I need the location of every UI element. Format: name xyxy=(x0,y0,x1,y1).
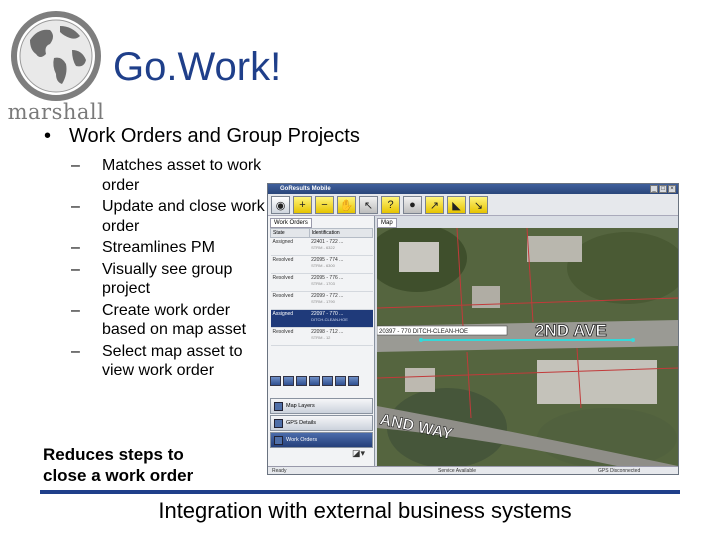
row-sub: STRM - 1703 xyxy=(311,281,335,286)
close-button[interactable]: × xyxy=(668,185,676,193)
panel-tool-icon[interactable] xyxy=(296,376,307,386)
reduce-line-2: close a work order xyxy=(43,466,194,485)
map-view[interactable]: 20397 - 770 DITCH-CLEAN-HOE 2ND AVE AND … xyxy=(377,228,678,466)
identify-icon[interactable]: ? xyxy=(381,196,400,214)
window-controls: _ □ × xyxy=(650,185,676,193)
reduce-steps-note: Reduces steps to close a work order xyxy=(43,444,193,486)
sub-bullet: – Streamlines PM xyxy=(71,239,215,256)
gps-details-icon xyxy=(274,418,283,428)
main-bullet: • Work Orders and Group Projects xyxy=(44,125,360,148)
status-service: Service Available xyxy=(438,468,476,474)
sub-bullet-text: Update and close work order xyxy=(102,198,265,235)
nav-map-layers[interactable]: Map Layers xyxy=(270,398,373,414)
sub-bullet: – Visually see group project xyxy=(71,260,233,298)
panel-tool-icon[interactable] xyxy=(309,376,320,386)
street-label-2nd-ave: 2ND AVE xyxy=(535,321,607,340)
map-callout-label[interactable]: 20397 - 770 DITCH-CLEAN-HOE xyxy=(379,329,468,335)
table-row[interactable]: Resolved 22095 - 774 ... STRM - 6300 xyxy=(270,255,373,274)
table-row[interactable]: Resolved 22095 - 776 ... STRM - 1703 xyxy=(270,273,373,292)
draw-line-icon[interactable]: ↗ xyxy=(425,196,444,214)
row-state: Assigned xyxy=(270,309,310,328)
row-sub: STRM - 6322 xyxy=(311,245,335,250)
sub-bullet: – Select map asset to view work order xyxy=(71,342,243,380)
select-arrow-icon[interactable]: ↖ xyxy=(359,196,378,214)
sub-bullet: – Create work order based on map asset xyxy=(71,301,247,339)
nav-gps-details[interactable]: GPS Details xyxy=(270,415,373,431)
panel-icon-row xyxy=(270,376,359,386)
gps-icon[interactable]: ● xyxy=(403,196,422,214)
maximize-button[interactable]: □ xyxy=(659,185,667,193)
globe-icon xyxy=(11,11,101,101)
work-orders-panel: Work Orders State Identification Assigne… xyxy=(268,216,375,466)
nav-label: Map Layers xyxy=(286,403,315,409)
sub-bullet-text: Streamlines PM xyxy=(102,239,215,256)
zoom-out-icon[interactable]: − xyxy=(315,196,334,214)
row-state: Resolved xyxy=(270,291,310,310)
nav-label: Work Orders xyxy=(286,437,318,443)
marshall-logo: marshall xyxy=(4,4,104,124)
column-header-identification[interactable]: Identification xyxy=(308,228,374,238)
measure-icon[interactable]: ◣ xyxy=(447,196,466,214)
panel-tool-icon[interactable] xyxy=(270,376,281,386)
route-icon[interactable]: ↘ xyxy=(469,196,488,214)
nav-work-orders[interactable]: Work Orders xyxy=(270,432,373,448)
row-sub: STRM - 6300 xyxy=(311,263,335,268)
nav-label: GPS Details xyxy=(286,420,316,426)
sub-bullet: – Matches asset to work order xyxy=(71,157,262,194)
window-titlebar: GoResults Mobile _ □ × xyxy=(268,184,678,194)
row-identification: 22095 - 776 ... STRM - 1703 xyxy=(309,273,373,292)
aerial-map: 20397 - 770 DITCH-CLEAN-HOE 2ND AVE AND … xyxy=(377,228,678,466)
slide-title: Go.Work! xyxy=(113,45,282,89)
main-bullet-text: Work Orders and Group Projects xyxy=(69,125,360,147)
footer-text: Integration with external business syste… xyxy=(158,498,572,523)
sub-bullet: – Update and close work order xyxy=(71,198,265,235)
panel-tool-icon[interactable] xyxy=(322,376,333,386)
status-ready: Ready xyxy=(272,468,287,474)
sub-bullet-text: Visually see group project xyxy=(102,260,233,298)
pan-hand-icon[interactable]: ✋ xyxy=(337,196,356,214)
minimize-button[interactable]: _ xyxy=(650,185,658,193)
table-row[interactable]: Resolved 22098 - 712 ... STRM - 12 xyxy=(270,327,373,346)
row-sub: STRM - 1790 xyxy=(311,299,335,304)
zoom-in-icon[interactable]: + xyxy=(293,196,312,214)
table-row[interactable]: Assigned 22401 - 722 ... STRM - 6322 xyxy=(270,237,373,256)
tab-work-orders[interactable]: Work Orders xyxy=(270,218,312,228)
row-state: Resolved xyxy=(270,327,310,346)
row-identification: 22099 - 772 ... STRM - 1790 xyxy=(309,291,373,310)
sub-bullet-text: Matches asset to work order xyxy=(102,157,262,194)
panel-menu-icon[interactable]: ◪▾ xyxy=(352,448,365,459)
sub-bullet-list: – Matches asset to work order – Update and… xyxy=(71,156,271,383)
layers-icon xyxy=(274,401,283,411)
logo-wordmark: marshall xyxy=(7,100,105,124)
reduce-line-1: Reduces steps to xyxy=(43,445,184,464)
table-row[interactable]: Assigned 22097 - 770 ... DITCH-CLEAN-HOE xyxy=(270,309,373,328)
row-state: Assigned xyxy=(270,237,310,256)
row-identification: 22401 - 722 ... STRM - 6322 xyxy=(309,237,373,256)
work-orders-table: State Identification Assigned 22401 - 722… xyxy=(270,228,374,346)
table-row[interactable]: Resolved 22099 - 772 ... STRM - 1790 xyxy=(270,291,373,310)
row-identification: 22098 - 712 ... STRM - 12 xyxy=(309,327,373,346)
row-sub: DITCH-CLEAN-HOE xyxy=(311,317,348,322)
divider-rule xyxy=(40,490,680,494)
map-toolbar: ◉ + − ✋ ↖ ? ● ↗ ◣ ↘ xyxy=(268,194,678,216)
row-state: Resolved xyxy=(270,255,310,274)
row-identification: 22097 - 770 ... DITCH-CLEAN-HOE xyxy=(309,309,373,328)
row-identification: 22095 - 774 ... STRM - 6300 xyxy=(309,255,373,274)
tab-map[interactable]: Map xyxy=(377,218,397,228)
row-sub: STRM - 12 xyxy=(311,335,331,340)
sub-bullet-text: Select map asset to view work order xyxy=(102,342,243,380)
panel-tool-icon[interactable] xyxy=(335,376,346,386)
goresults-mobile-window: GoResults Mobile _ □ × ◉ + − ✋ ↖ ? ● ↗ ◣… xyxy=(267,183,679,475)
panel-tool-icon[interactable] xyxy=(348,376,359,386)
globe-tool-icon[interactable]: ◉ xyxy=(271,196,290,214)
column-header-state[interactable]: State xyxy=(270,228,310,238)
work-orders-icon xyxy=(274,435,283,445)
status-bar: Ready Service Available GPS Disconnected xyxy=(268,466,678,474)
panel-tool-icon[interactable] xyxy=(283,376,294,386)
bullet-dot: • xyxy=(44,125,52,147)
window-title: GoResults Mobile xyxy=(280,186,331,192)
row-state: Resolved xyxy=(270,273,310,292)
sub-bullet-text: Create work order based on map asset xyxy=(102,301,247,339)
status-gps: GPS Disconnected xyxy=(598,468,641,474)
